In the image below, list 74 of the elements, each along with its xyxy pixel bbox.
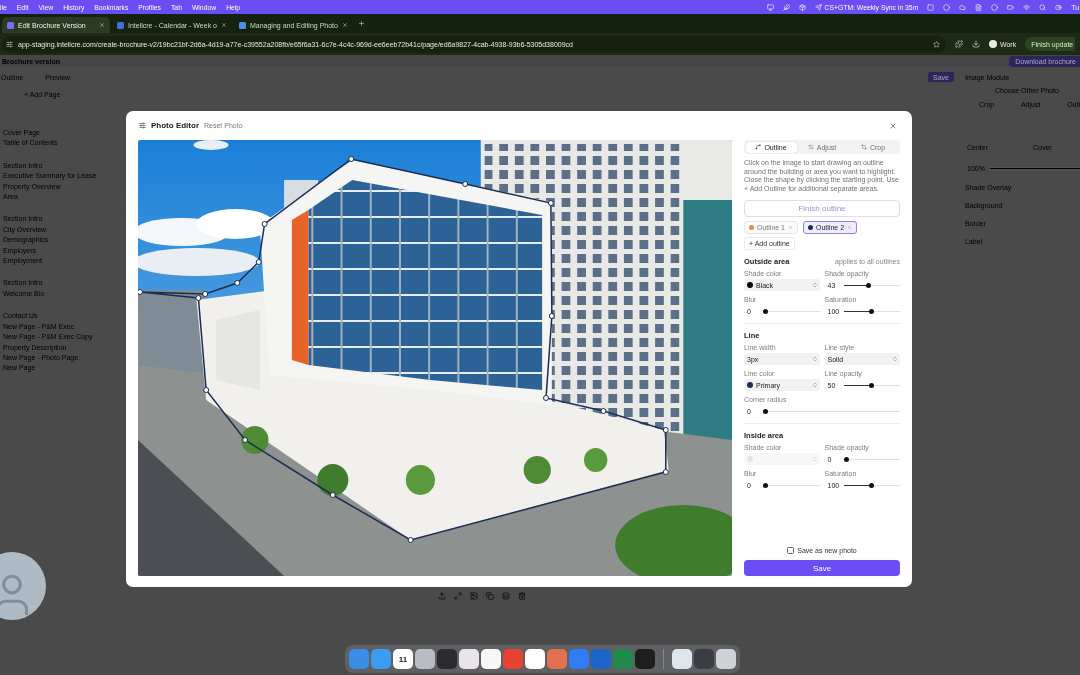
avatar-icon xyxy=(989,40,997,48)
calendar-app-icon[interactable]: 11 xyxy=(393,649,413,669)
slider-track[interactable] xyxy=(843,308,900,314)
document-icon[interactable] xyxy=(975,3,983,11)
vertex-handle[interactable] xyxy=(662,469,669,475)
app-icon[interactable] xyxy=(481,649,501,669)
vertex-handle[interactable] xyxy=(348,156,355,162)
slider-thumb[interactable] xyxy=(763,482,768,488)
slider-track[interactable] xyxy=(763,482,820,488)
app-icon[interactable] xyxy=(525,649,545,669)
close-button[interactable] xyxy=(889,121,897,130)
cloud-icon[interactable] xyxy=(959,3,967,11)
sliders-icon[interactable] xyxy=(6,40,13,48)
puzzle-icon[interactable] xyxy=(955,40,963,48)
slider-thumb[interactable] xyxy=(763,308,768,314)
star-icon[interactable] xyxy=(933,40,940,48)
slider-track[interactable] xyxy=(843,382,900,388)
vertex-handle[interactable] xyxy=(261,221,268,227)
app-icon[interactable] xyxy=(716,649,736,669)
vertex-handle[interactable] xyxy=(548,313,555,319)
chevrons-icon xyxy=(811,356,818,363)
circle-icon[interactable] xyxy=(991,3,999,11)
circle-icon[interactable] xyxy=(943,3,951,11)
vertex-handle[interactable] xyxy=(600,408,607,414)
save-button[interactable]: Save xyxy=(744,560,900,576)
chevrons-icon xyxy=(811,382,818,389)
close-icon[interactable] xyxy=(220,22,227,28)
chevrons-icon xyxy=(811,282,818,289)
box-icon[interactable] xyxy=(798,3,806,11)
monitor-icon[interactable] xyxy=(766,3,774,11)
vertex-handle[interactable] xyxy=(234,280,241,286)
vertex-handle[interactable] xyxy=(255,259,262,265)
slider-track[interactable] xyxy=(763,408,900,414)
app-icon[interactable] xyxy=(672,649,692,669)
app-icon[interactable] xyxy=(415,649,435,669)
close-icon[interactable] xyxy=(341,22,348,28)
vertex-handle[interactable] xyxy=(547,200,554,206)
download-icon[interactable] xyxy=(972,40,980,48)
vertex-handle[interactable] xyxy=(662,427,669,433)
slider-thumb[interactable] xyxy=(763,408,768,414)
slider-thumb[interactable] xyxy=(865,282,871,288)
chevrons-icon xyxy=(811,456,818,463)
slider-track[interactable] xyxy=(843,456,900,462)
close-icon[interactable] xyxy=(99,22,105,28)
toggle-icon[interactable] xyxy=(1055,3,1063,11)
battery-icon[interactable] xyxy=(1007,3,1015,11)
crop-icon xyxy=(860,144,867,150)
plus-icon[interactable] xyxy=(357,20,365,27)
send-icon xyxy=(814,3,822,11)
slider-thumb[interactable] xyxy=(869,482,875,488)
slider-thumb[interactable] xyxy=(869,308,875,314)
vertex-handle[interactable] xyxy=(329,492,336,498)
vertex-handle[interactable] xyxy=(138,289,143,295)
slider-track[interactable] xyxy=(843,282,900,288)
slider-thumb[interactable] xyxy=(869,382,875,388)
search-icon[interactable] xyxy=(1039,3,1047,11)
dialog-title: Photo Editor xyxy=(151,121,199,130)
feather-icon[interactable] xyxy=(782,3,790,11)
vertex-handle[interactable] xyxy=(242,437,249,443)
sliders-icon xyxy=(139,122,146,129)
app-icon[interactable] xyxy=(459,649,479,669)
slider-thumb[interactable] xyxy=(843,456,849,462)
app-icon[interactable] xyxy=(635,649,655,669)
spline-icon xyxy=(755,144,762,150)
vertex-handle[interactable] xyxy=(203,387,210,393)
vertex-handle[interactable] xyxy=(462,181,469,187)
slider-track[interactable] xyxy=(763,308,820,314)
arrows-icon xyxy=(807,144,814,150)
vertex-handle[interactable] xyxy=(543,395,549,401)
slider-track[interactable] xyxy=(843,482,900,488)
zoom-slider[interactable] xyxy=(989,166,1080,170)
checkbox[interactable] xyxy=(787,547,795,554)
vertex-handle[interactable] xyxy=(407,537,414,543)
chevrons-icon xyxy=(892,356,898,363)
